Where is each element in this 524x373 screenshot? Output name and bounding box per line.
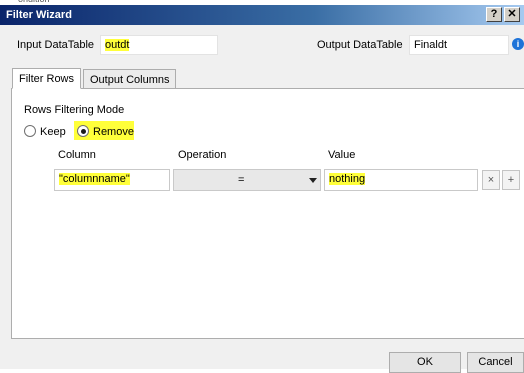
- title-bar[interactable]: Filter Wizard ? ✕: [0, 5, 524, 25]
- remove-radio-label[interactable]: Remove: [93, 126, 134, 138]
- keep-radio-label[interactable]: Keep: [40, 126, 66, 138]
- radio-selected-dot: [81, 129, 86, 134]
- tab-filter-rows[interactable]: Filter Rows: [12, 68, 82, 89]
- close-icon: ×: [487, 174, 495, 186]
- input-datatable-value: outdt: [105, 39, 130, 51]
- info-icon[interactable]: i: [512, 38, 524, 50]
- help-icon: ?: [490, 8, 498, 20]
- output-datatable-field[interactable]: Finaldt: [409, 35, 509, 55]
- keep-radio[interactable]: [24, 125, 36, 137]
- window-title: Filter Wizard: [6, 9, 72, 21]
- operation-header: Operation: [178, 149, 227, 161]
- cancel-button[interactable]: Cancel: [467, 352, 524, 373]
- close-icon: ✕: [507, 8, 517, 20]
- input-datatable-label: Input DataTable: [17, 39, 95, 51]
- tab-output-columns[interactable]: Output Columns: [83, 69, 177, 89]
- background-app-strip: ondition: [0, 0, 524, 4]
- input-datatable-field[interactable]: outdt: [100, 35, 218, 55]
- plus-icon: +: [507, 174, 515, 186]
- remove-radio[interactable]: [77, 125, 89, 137]
- column-field[interactable]: "columnname": [54, 169, 170, 191]
- background-app-text: ondition: [18, 0, 50, 4]
- output-datatable-value: Finaldt: [414, 39, 448, 51]
- value-value: nothing: [329, 173, 366, 185]
- column-header: Column: [58, 149, 96, 161]
- add-row-button[interactable]: +: [502, 170, 520, 190]
- output-datatable-label: Output DataTable: [317, 39, 403, 51]
- operation-dropdown[interactable]: =: [173, 169, 321, 191]
- operation-value: =: [238, 174, 245, 186]
- value-field[interactable]: nothing: [324, 169, 478, 191]
- filtering-mode-label: Rows Filtering Mode: [24, 104, 125, 116]
- ok-button[interactable]: OK: [389, 352, 461, 373]
- help-button[interactable]: ?: [486, 7, 502, 22]
- value-header: Value: [328, 149, 356, 161]
- column-value: "columnname": [59, 173, 130, 185]
- remove-row-button[interactable]: ×: [482, 170, 500, 190]
- chevron-down-icon: [309, 178, 317, 183]
- close-button[interactable]: ✕: [504, 7, 520, 22]
